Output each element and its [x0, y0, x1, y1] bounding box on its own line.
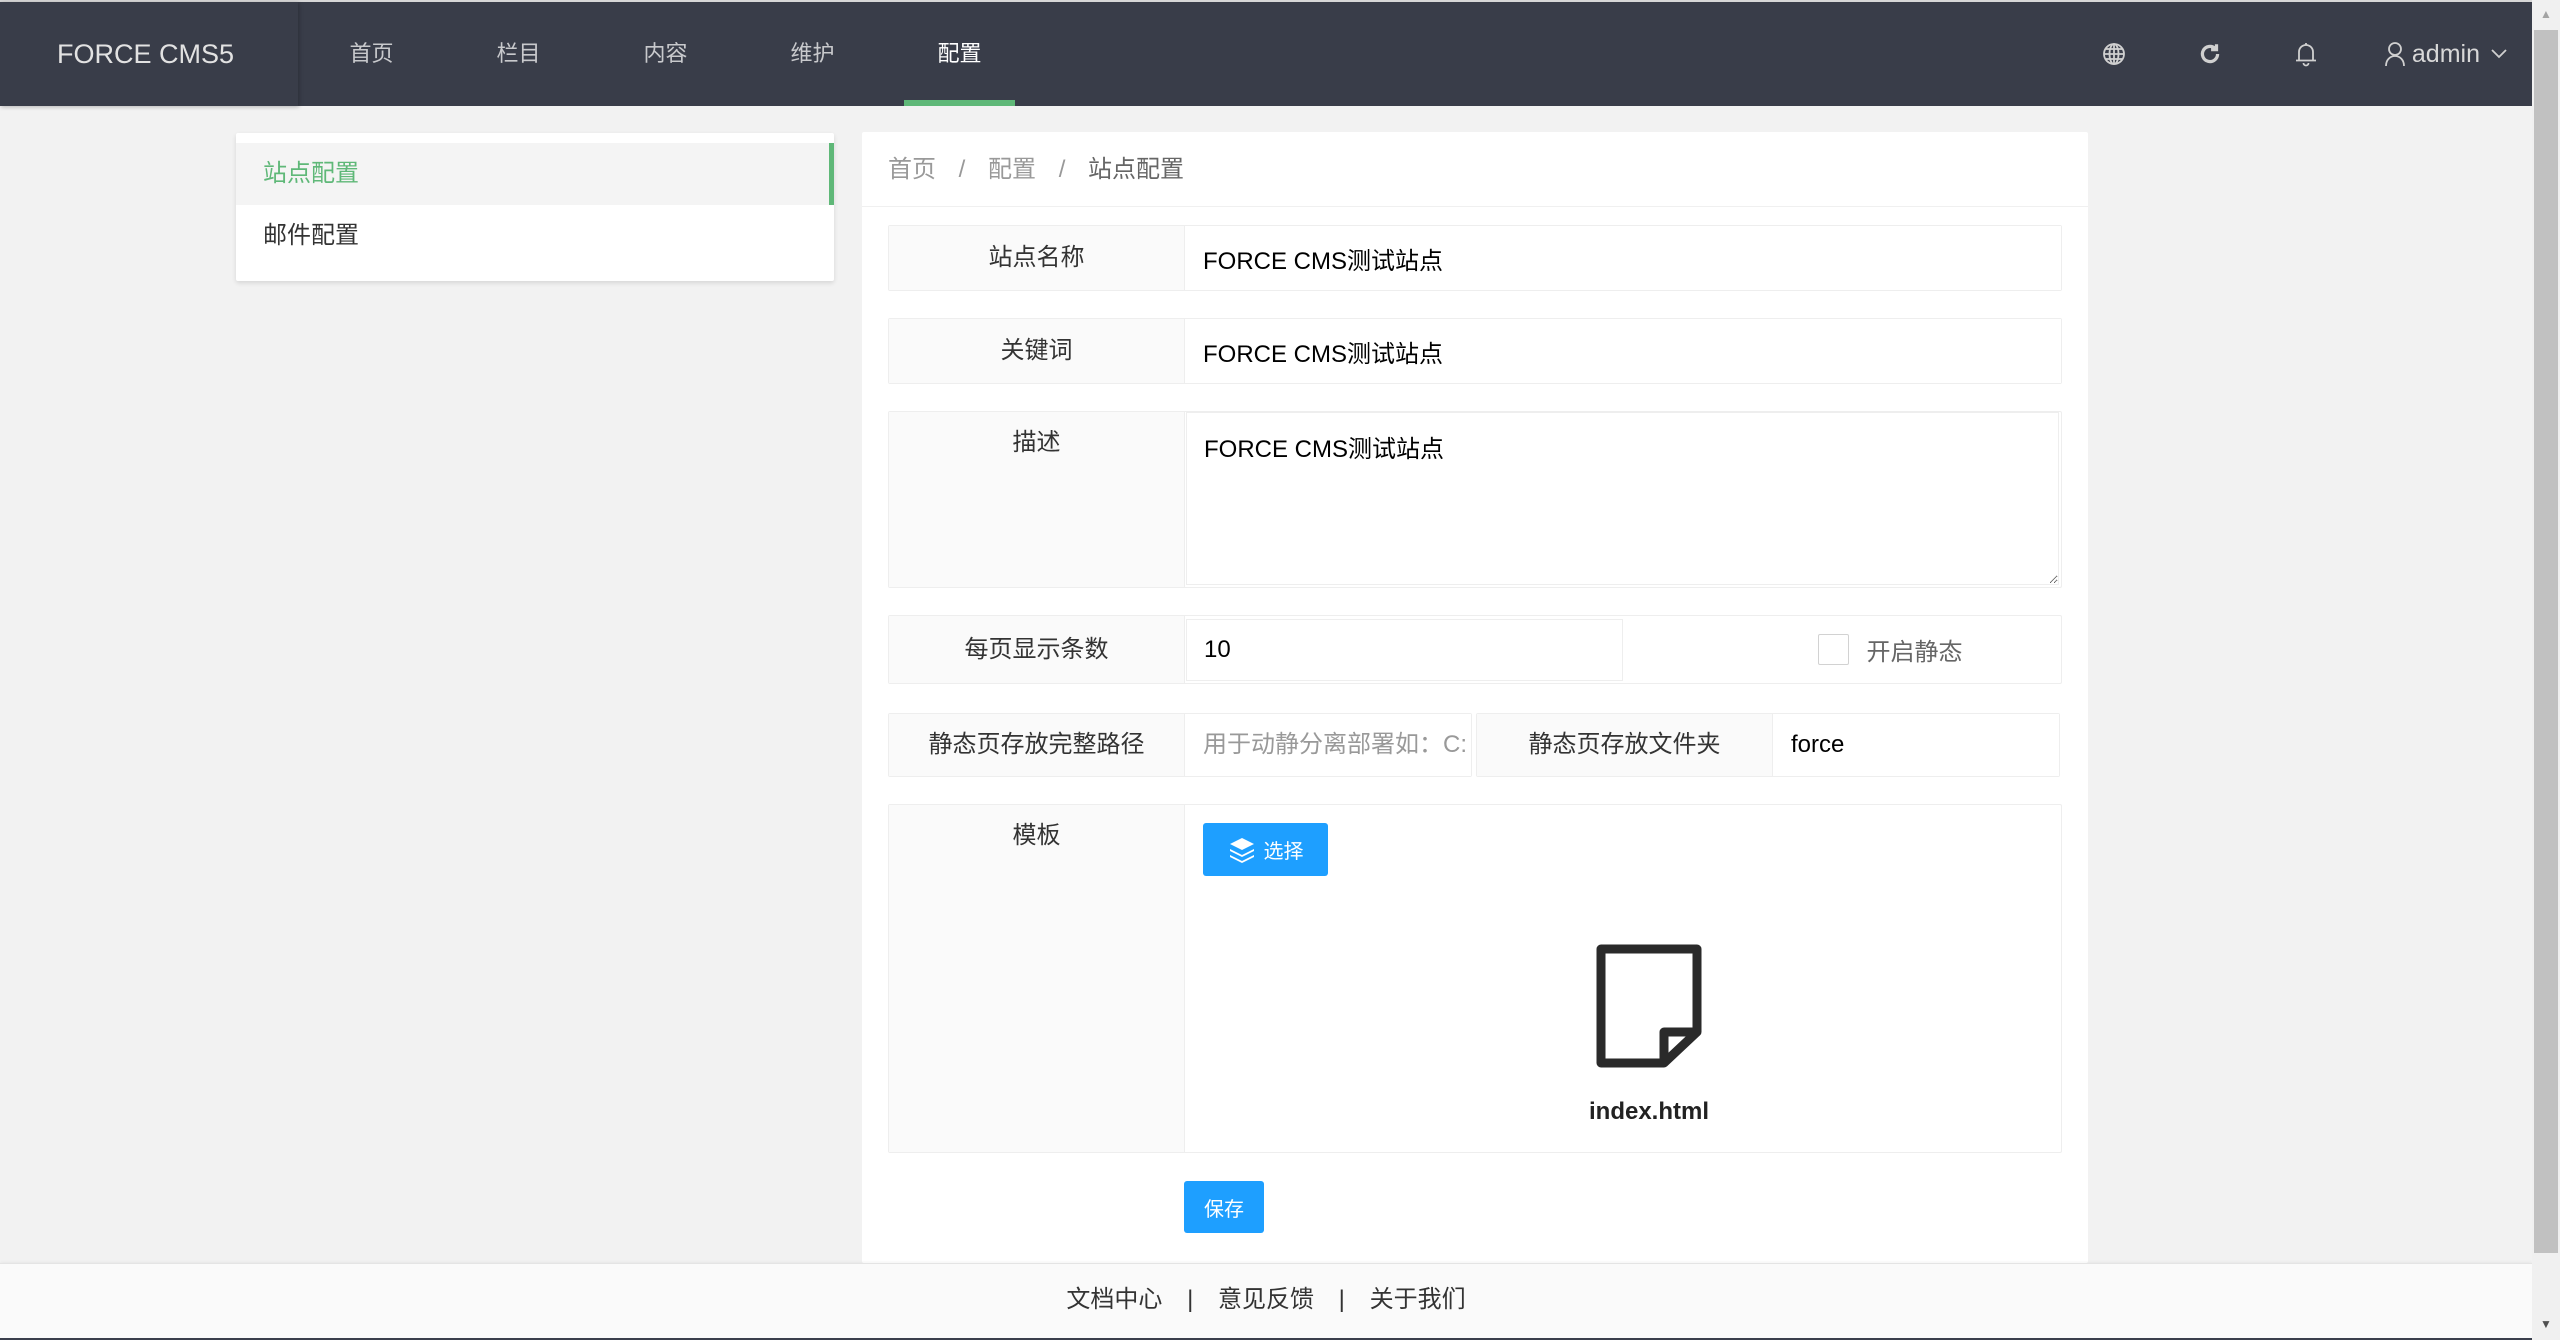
- globe-button[interactable]: [2066, 2, 2162, 106]
- top-navbar: FORCE CMS5 首页 栏目 内容 维护 配置 admin: [0, 0, 2532, 106]
- page-size-label: 每页显示条数: [889, 616, 1185, 683]
- form-row-description: 描述: [888, 411, 2062, 588]
- static-folder-label: 静态页存放文件夹: [1477, 714, 1773, 776]
- static-path-label: 静态页存放完整路径: [889, 714, 1185, 776]
- enable-static-label: 开启静态: [1866, 639, 1963, 666]
- user-icon: [2385, 42, 2405, 67]
- vertical-scrollbar[interactable]: ▲ ▼: [2532, 0, 2560, 1340]
- nav-item-columns[interactable]: 栏目: [445, 2, 592, 106]
- enable-static-checkbox[interactable]: 开启静态: [1623, 616, 2061, 683]
- form-row-template: 模板 选择 index.html: [888, 804, 2062, 1153]
- nav-item-label: 配置: [937, 41, 982, 66]
- description-label: 描述: [889, 412, 1185, 587]
- file-icon[interactable]: [1596, 944, 1702, 1068]
- chevron-down-icon: [2491, 49, 2507, 59]
- refresh-icon: [2200, 44, 2220, 64]
- form-row-site-name: 站点名称: [888, 225, 2062, 291]
- settings-sidebar: 站点配置 邮件配置: [236, 133, 834, 281]
- footer-link-feedback[interactable]: 意见反馈: [1218, 1286, 1314, 1313]
- form-row-static-path: 静态页存放完整路径: [888, 713, 1472, 777]
- notifications-button[interactable]: [2258, 2, 2354, 106]
- breadcrumb-settings[interactable]: 配置: [988, 156, 1036, 183]
- footer-link-docs[interactable]: 文档中心: [1066, 1286, 1162, 1313]
- sidebar-item-site-settings[interactable]: 站点配置: [236, 143, 834, 205]
- template-file-name: index.html: [1588, 1098, 1709, 1125]
- nav-item-content[interactable]: 内容: [592, 2, 739, 106]
- nav-item-label: 内容: [643, 41, 688, 66]
- static-folder-input[interactable]: [1774, 714, 2059, 776]
- breadcrumb-separator: /: [1058, 156, 1066, 183]
- refresh-button[interactable]: [2162, 2, 2258, 106]
- footer-link-about[interactable]: 关于我们: [1370, 1286, 1466, 1313]
- breadcrumb-current: 站点配置: [1088, 156, 1185, 183]
- user-menu[interactable]: admin: [2354, 2, 2532, 106]
- page-size-input[interactable]: [1186, 619, 1623, 681]
- sidebar-item-mail-settings[interactable]: 邮件配置: [236, 205, 834, 267]
- footer-separator: |: [1338, 1286, 1345, 1313]
- template-label: 模板: [889, 805, 1185, 1152]
- username: admin: [2411, 39, 2480, 68]
- nav-item-label: 首页: [349, 41, 394, 66]
- nav-item-maintenance[interactable]: 维护: [739, 2, 886, 106]
- globe-icon: [2103, 43, 2125, 65]
- app-logo[interactable]: FORCE CMS5: [0, 2, 298, 106]
- form-row-static-folder: 静态页存放文件夹: [1476, 713, 2060, 777]
- header-actions: admin: [2066, 2, 2532, 106]
- form-row-keywords: 关键词: [888, 318, 2062, 384]
- keywords-label: 关键词: [889, 319, 1185, 383]
- scroll-up-arrow-icon[interactable]: ▲: [2532, 2, 2560, 26]
- scrollbar-thumb[interactable]: [2534, 30, 2558, 1253]
- site-settings-panel: 首页 / 配置 / 站点配置 站点名称 关键词 描述 每页显示条数 开启静态 静…: [862, 132, 2088, 1263]
- footer-separator: |: [1187, 1286, 1194, 1313]
- checkbox-box[interactable]: [1817, 634, 1849, 665]
- select-template-button[interactable]: 选择: [1203, 823, 1328, 876]
- form-row-page-size: 每页显示条数 开启静态: [888, 615, 2062, 684]
- layers-icon: [1229, 837, 1254, 863]
- nav-item-label: 维护: [790, 41, 835, 66]
- bell-icon: [2295, 43, 2316, 67]
- description-textarea[interactable]: [1186, 412, 2059, 585]
- page-footer: 文档中心 | 意见反馈 | 关于我们: [0, 1263, 2532, 1338]
- nav-item-label: 栏目: [496, 41, 541, 66]
- breadcrumb: 首页 / 配置 / 站点配置: [862, 132, 2088, 207]
- active-indicator: [904, 100, 1015, 106]
- breadcrumb-separator: /: [958, 156, 966, 183]
- nav-item-home[interactable]: 首页: [298, 2, 445, 106]
- site-name-label: 站点名称: [889, 226, 1185, 290]
- main-nav: 首页 栏目 内容 维护 配置: [298, 2, 1033, 106]
- nav-item-settings[interactable]: 配置: [886, 2, 1033, 106]
- save-button[interactable]: 保存: [1184, 1181, 1264, 1233]
- breadcrumb-home[interactable]: 首页: [888, 156, 936, 183]
- scroll-down-arrow-icon[interactable]: ▼: [2532, 1312, 2560, 1336]
- static-path-input[interactable]: [1186, 714, 1471, 776]
- site-name-input[interactable]: [1186, 226, 2061, 290]
- select-template-label: 选择: [1263, 841, 1304, 863]
- keywords-input[interactable]: [1186, 319, 2061, 383]
